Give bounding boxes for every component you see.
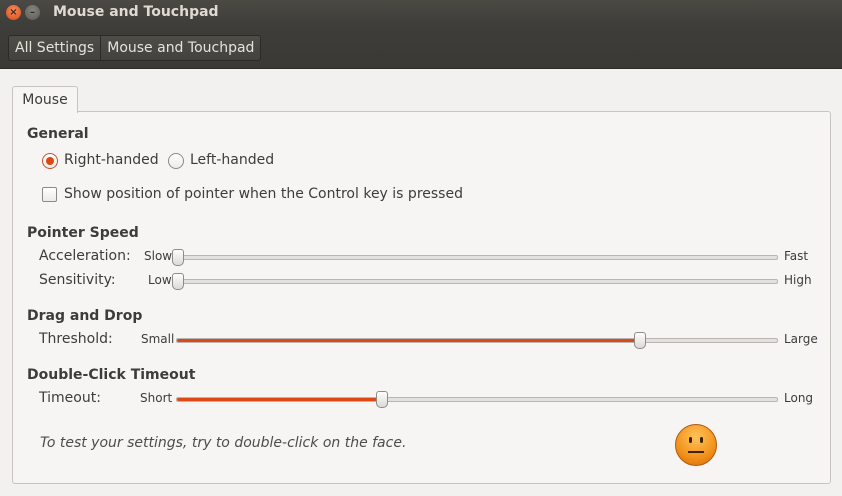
- minimize-icon[interactable]: –: [25, 5, 40, 20]
- right-handed-label[interactable]: Right-handed: [64, 152, 159, 168]
- pointer-speed-heading: Pointer Speed: [27, 225, 139, 241]
- title-bar: × – Mouse and Touchpad: [0, 0, 842, 26]
- drag-drop-heading: Drag and Drop: [27, 308, 143, 324]
- acceleration-slider-handle[interactable]: [172, 249, 184, 266]
- neutral-face-icon[interactable]: [675, 424, 717, 466]
- threshold-max-label: Large: [784, 332, 818, 346]
- right-handed-radio[interactable]: [42, 153, 58, 169]
- toolbar: All Settings Mouse and Touchpad: [0, 26, 842, 69]
- sensitivity-max-label: High: [784, 273, 812, 287]
- breadcrumb-all-settings[interactable]: All Settings: [9, 36, 100, 60]
- tab-mouse[interactable]: Mouse: [12, 86, 78, 113]
- acceleration-min-label: Slow: [144, 249, 173, 263]
- face-left-eye: [689, 437, 692, 443]
- general-heading: General: [27, 126, 89, 142]
- face-mouth: [688, 451, 704, 453]
- left-handed-label[interactable]: Left-handed: [190, 152, 274, 168]
- left-handed-radio[interactable]: [168, 153, 184, 169]
- double-click-hint: To test your settings, try to double-cli…: [40, 435, 407, 451]
- face-right-eye: [700, 437, 703, 443]
- double-click-heading: Double-Click Timeout: [27, 367, 196, 383]
- timeout-min-label: Short: [140, 391, 173, 405]
- acceleration-label: Acceleration:: [39, 248, 131, 264]
- show-pointer-label[interactable]: Show position of pointer when the Contro…: [64, 186, 463, 202]
- close-icon[interactable]: ×: [6, 5, 21, 20]
- timeout-label: Timeout:: [39, 390, 101, 406]
- window-title: Mouse and Touchpad: [53, 4, 219, 20]
- timeout-slider[interactable]: [176, 391, 778, 408]
- threshold-slider-fill: [177, 339, 639, 342]
- breadcrumb: All Settings Mouse and Touchpad: [8, 35, 262, 61]
- sensitivity-slider[interactable]: [172, 273, 778, 290]
- sensitivity-label: Sensitivity:: [39, 272, 116, 288]
- breadcrumb-mouse-touchpad[interactable]: Mouse and Touchpad: [100, 36, 260, 60]
- threshold-min-label: Small: [141, 332, 175, 346]
- sensitivity-slider-handle[interactable]: [172, 273, 184, 290]
- show-pointer-checkbox[interactable]: [42, 187, 57, 202]
- timeout-max-label: Long: [784, 391, 814, 405]
- threshold-slider-handle[interactable]: [634, 332, 646, 349]
- sensitivity-min-label: Low: [148, 273, 172, 287]
- acceleration-slider[interactable]: [172, 249, 778, 266]
- acceleration-max-label: Fast: [784, 249, 809, 263]
- threshold-label: Threshold:: [39, 331, 113, 347]
- timeout-slider-handle[interactable]: [376, 391, 388, 408]
- threshold-slider[interactable]: [176, 332, 778, 349]
- timeout-slider-fill: [177, 398, 381, 401]
